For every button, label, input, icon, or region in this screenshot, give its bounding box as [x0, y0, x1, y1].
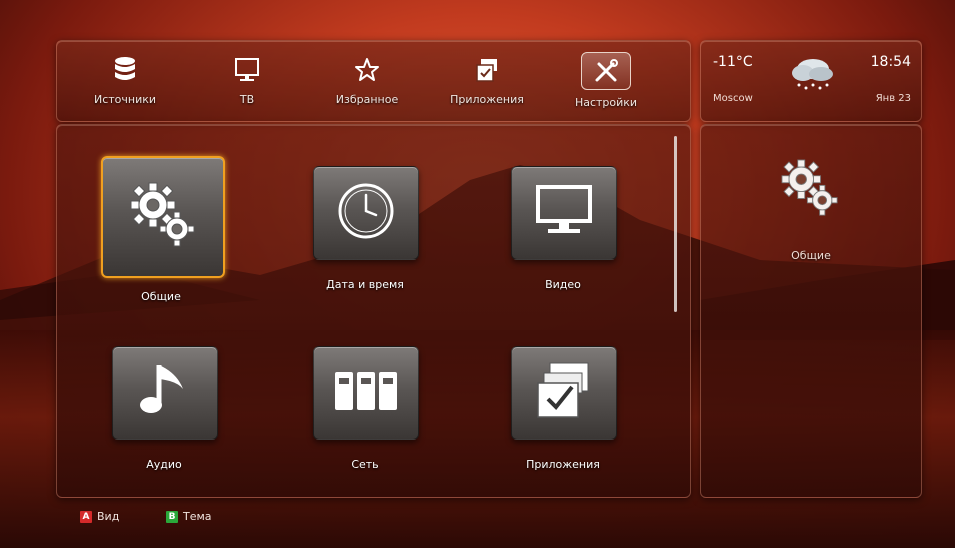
- red-a-key-icon: A: [80, 510, 92, 523]
- database-icon: [104, 53, 146, 87]
- tools-icon: [581, 52, 631, 90]
- tile-label-network: Сеть: [351, 458, 379, 471]
- weather-widget: -11°C Moscow 18:54 Янв 23: [700, 40, 922, 122]
- temperature: -11°C: [713, 54, 753, 70]
- star-icon: [346, 53, 388, 87]
- music-note-icon: [137, 359, 193, 427]
- tile-network[interactable]: [313, 346, 419, 440]
- preview-label: Общие: [791, 249, 831, 262]
- tile-label-apps: Приложения: [526, 458, 600, 471]
- hint-view-label: Вид: [97, 510, 120, 523]
- tile-audio[interactable]: [112, 346, 218, 440]
- apps-icon: [466, 53, 508, 87]
- tv-icon: [226, 53, 268, 87]
- scrollbar[interactable]: [674, 136, 677, 312]
- nav-item-favorites[interactable]: Избранное: [312, 41, 422, 121]
- nav-item-sources[interactable]: Источники: [70, 41, 180, 121]
- monitor-icon: [532, 181, 596, 245]
- nav-item-settings[interactable]: Настройки: [551, 41, 661, 121]
- city-name: Moscow: [713, 93, 753, 104]
- nav-label: ТВ: [239, 93, 255, 106]
- gears-icon: [775, 153, 845, 227]
- tile-label-video: Видео: [545, 278, 581, 291]
- tile-label-audio: Аудио: [146, 458, 182, 471]
- tile-date-time[interactable]: [313, 166, 419, 260]
- network-icon: [331, 366, 401, 420]
- hint-theme-label: Тема: [183, 510, 212, 523]
- clock-time: 18:54: [870, 54, 911, 70]
- green-b-key-icon: B: [166, 510, 178, 523]
- nav-label: Настройки: [574, 96, 638, 109]
- tile-general[interactable]: [101, 156, 225, 278]
- apps-check-icon: [534, 359, 594, 427]
- top-nav-bar: Источники ТВ Избранное Приложения Настро…: [56, 40, 691, 122]
- nav-item-tv[interactable]: ТВ: [192, 41, 302, 121]
- gears-icon: [123, 175, 203, 259]
- nav-label: Избранное: [335, 93, 399, 106]
- hint-theme[interactable]: B Тема: [166, 510, 212, 523]
- tile-apps[interactable]: [511, 346, 617, 440]
- nav-label: Источники: [93, 93, 157, 106]
- date: Янв 23: [875, 93, 911, 104]
- clock-icon: [334, 179, 398, 247]
- tile-video[interactable]: [511, 166, 617, 260]
- nav-label: Приложения: [450, 93, 524, 106]
- nav-item-apps[interactable]: Приложения: [432, 41, 542, 121]
- tile-label-general: Общие: [141, 290, 181, 303]
- snow-cloud-icon: [789, 55, 835, 95]
- preview-panel: Общие: [700, 124, 922, 498]
- tile-label-date-time: Дата и время: [326, 278, 404, 291]
- hint-view[interactable]: A Вид: [80, 510, 119, 523]
